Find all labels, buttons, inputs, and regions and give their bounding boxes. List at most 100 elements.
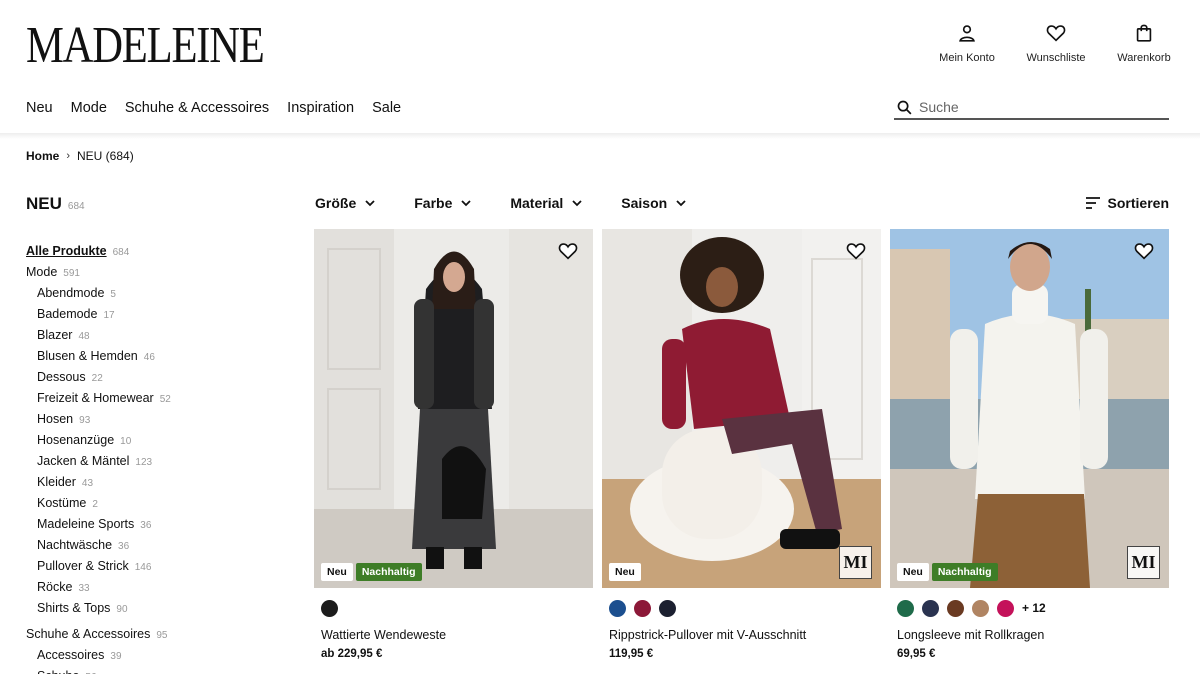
sidebar-item-shirts-tops[interactable]: Shirts & Tops 90	[26, 600, 171, 621]
color-swatch[interactable]	[321, 599, 338, 617]
sidebar-item-count: 52	[159, 394, 171, 405]
product-card[interactable]: Neu MI Rippstrick-Pullover mit V-Ausschn…	[602, 229, 881, 660]
search-icon[interactable]	[896, 99, 913, 116]
filter-label: Größe	[315, 195, 357, 211]
sidebar-item-count: 48	[78, 331, 90, 342]
nav-item-sale[interactable]: Sale	[372, 100, 401, 116]
sidebar-item-mode[interactable]: Mode 591	[26, 264, 171, 285]
sidebar-item-count: 33	[78, 583, 90, 594]
sidebar-item-blazer[interactable]: Blazer 48	[26, 327, 171, 348]
sidebar-item-freizeit-homewear[interactable]: Freizeit & Homewear 52	[26, 390, 171, 411]
filter-material[interactable]: Material	[510, 195, 583, 211]
sidebar-item-count: 591	[63, 268, 80, 279]
sidebar-item-count: 5	[110, 289, 116, 300]
product-card[interactable]: Neu Nachhaltig MI + 12 Longsleeve mit Ro…	[890, 229, 1169, 660]
sort-icon	[1085, 197, 1100, 209]
sort-label: Sortieren	[1107, 195, 1169, 211]
product-card[interactable]: Neu Nachhaltig Wattierte Wendeweste ab 2…	[314, 229, 593, 660]
product-price: ab 229,95 €	[321, 648, 383, 660]
breadcrumb-home[interactable]: Home	[26, 149, 59, 163]
product-image[interactable]: Neu Nachhaltig MI	[890, 229, 1169, 588]
wishlist-button[interactable]: Wunschliste	[1026, 22, 1086, 64]
product-name[interactable]: Wattierte Wendeweste	[321, 628, 593, 642]
sidebar-item-pullover-strick[interactable]: Pullover & Strick 146	[26, 558, 171, 579]
nav-item-neu[interactable]: Neu	[26, 100, 53, 116]
sidebar-item-blusen-hemden[interactable]: Blusen & Hemden 46	[26, 348, 171, 369]
sidebar-item-abendmode[interactable]: Abendmode 5	[26, 285, 171, 306]
sidebar-item-count: 36	[140, 520, 152, 531]
product-image[interactable]: Neu MI	[602, 229, 881, 588]
main-nav: Neu Mode Schuhe & Accessoires Inspiratio…	[26, 100, 419, 116]
sidebar-item-accessoires[interactable]: Accessoires 39	[26, 647, 171, 668]
sidebar-item-label: Röcke	[37, 580, 73, 594]
sort-button[interactable]: Sortieren	[1085, 195, 1169, 211]
color-swatches	[321, 599, 593, 617]
cart-label: Warenkorb	[1117, 52, 1171, 64]
sidebar-item-alle-produkte[interactable]: Alle Produkte 684	[26, 243, 171, 264]
badge-nachhaltig: Nachhaltig	[931, 563, 998, 581]
sidebar-item-label: Kostüme	[37, 496, 87, 510]
wishlist-heart-icon[interactable]	[557, 240, 579, 262]
user-icon	[959, 25, 975, 42]
sidebar-item-count: 123	[135, 457, 153, 468]
nav-item-schuhe-accessoires[interactable]: Schuhe & Accessoires	[125, 100, 269, 116]
sidebar-item-count: 56	[85, 670, 96, 674]
color-swatch[interactable]	[897, 599, 914, 617]
sidebar-item-count: 146	[134, 562, 152, 573]
sidebar-item-kleider[interactable]: Kleider 43	[26, 474, 171, 495]
sidebar-item-schuhe-accessoires[interactable]: Schuhe & Accessoires 95	[26, 626, 171, 647]
color-swatch[interactable]	[922, 599, 939, 617]
product-price: 119,95 €	[609, 648, 654, 660]
color-swatch[interactable]	[972, 599, 989, 617]
nav-item-mode[interactable]: Mode	[71, 100, 107, 116]
nav-item-inspiration[interactable]: Inspiration	[287, 100, 354, 116]
search-input[interactable]	[919, 99, 1159, 115]
sidebar-item-jacken-maentel[interactable]: Jacken & Mäntel 123	[26, 453, 171, 474]
sidebar-item-label: Abendmode	[37, 286, 105, 300]
sidebar-item-hosen[interactable]: Hosen 93	[26, 411, 171, 432]
sidebar-item-kostueme[interactable]: Kostüme 2	[26, 495, 171, 516]
cart-button[interactable]: Warenkorb	[1116, 22, 1172, 64]
badge-neu: Neu	[897, 563, 929, 581]
filter-farbe[interactable]: Farbe	[414, 195, 472, 211]
sidebar-item-label: Shirts & Tops	[37, 601, 111, 615]
wishlist-heart-icon[interactable]	[845, 240, 867, 262]
more-colors-count[interactable]: + 12	[1022, 601, 1046, 615]
color-swatch[interactable]	[997, 599, 1014, 617]
sidebar-item-dessous[interactable]: Dessous 22	[26, 369, 171, 390]
color-swatches: + 12	[897, 599, 1169, 617]
sidebar-item-nachtwaesche[interactable]: Nachtwäsche 36	[26, 537, 171, 558]
sidebar-item-roecke[interactable]: Röcke 33	[26, 579, 171, 600]
brand-logo[interactable]: MADELEINE	[26, 18, 265, 74]
sidebar-item-label: Jacken & Mäntel	[37, 454, 130, 468]
color-swatch[interactable]	[659, 599, 676, 617]
sidebar-item-madeleine-sports[interactable]: Madeleine Sports 36	[26, 516, 171, 537]
color-swatch[interactable]	[947, 599, 964, 617]
account-button[interactable]: Mein Konto	[938, 22, 996, 64]
sidebar-item-count: 43	[81, 478, 94, 489]
product-image[interactable]: Neu Nachhaltig	[314, 229, 593, 588]
chevron-down-icon	[461, 200, 471, 207]
sidebar-mode-subcategories: Abendmode 5 Bademode 17 Blazer 48 Blusen & Hem…	[26, 285, 171, 621]
sidebar-item-label: Kleider	[37, 475, 76, 489]
sidebar-item-label: Blazer	[37, 328, 73, 342]
sidebar-item-count: 684	[112, 247, 130, 258]
sidebar-item-label: Bademode	[37, 307, 98, 321]
filter-groesse[interactable]: Größe	[315, 195, 376, 211]
sidebar-item-label: Hosen	[37, 412, 74, 426]
sidebar-item-label: Mode	[26, 265, 58, 279]
sidebar-item-count: 2	[92, 499, 98, 510]
sidebar-item-hosenanzuege[interactable]: Hosenanzüge 10	[26, 432, 171, 453]
sidebar-item-bademode[interactable]: Bademode 17	[26, 306, 171, 327]
product-name[interactable]: Rippstrick-Pullover mit V-Ausschnitt	[609, 628, 881, 642]
product-name[interactable]: Longsleeve mit Rollkragen	[897, 628, 1169, 642]
sidebar-item-label: Freizeit & Homewear	[37, 391, 154, 405]
sidebar-item-schuhe[interactable]: Schuhe 56	[26, 668, 171, 674]
header-actions: Mein Konto Wunschliste Warenkorb	[938, 22, 1172, 64]
filter-saison[interactable]: Saison	[621, 195, 687, 211]
color-swatch[interactable]	[634, 599, 651, 617]
bag-icon	[1136, 24, 1152, 42]
wishlist-heart-icon[interactable]	[1133, 240, 1155, 262]
color-swatch[interactable]	[609, 599, 626, 617]
search-bar	[894, 96, 1169, 120]
